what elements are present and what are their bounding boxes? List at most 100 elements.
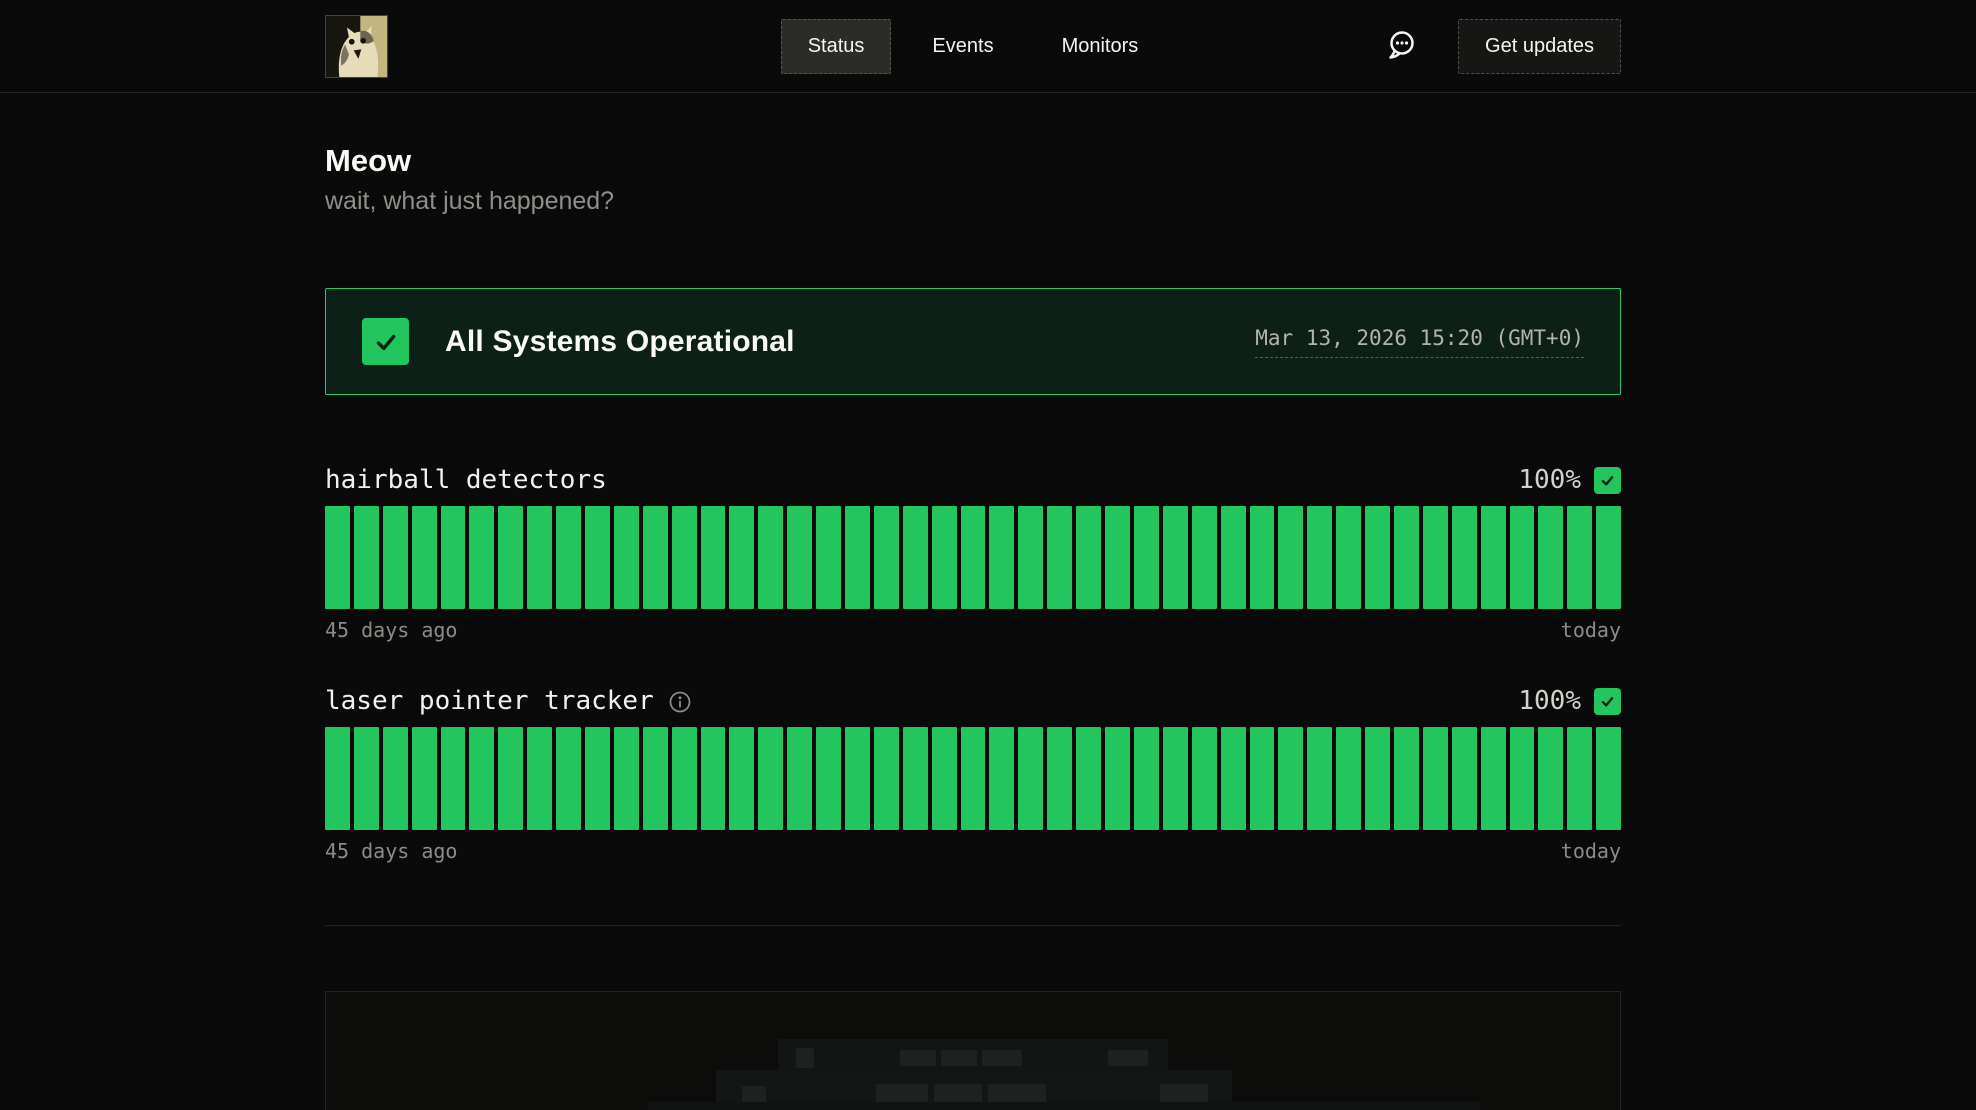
uptime-bar[interactable] — [1221, 506, 1246, 609]
uptime-bar[interactable] — [758, 506, 783, 609]
uptime-bar[interactable] — [701, 506, 726, 609]
uptime-bar[interactable] — [1047, 727, 1072, 830]
uptime-bar[interactable] — [845, 727, 870, 830]
uptime-bar[interactable] — [1365, 727, 1390, 830]
uptime-bar[interactable] — [1481, 506, 1506, 609]
uptime-bar[interactable] — [932, 506, 957, 609]
uptime-bar[interactable] — [614, 506, 639, 609]
uptime-bar[interactable] — [1510, 506, 1535, 609]
uptime-bar[interactable] — [441, 506, 466, 609]
uptime-bar[interactable] — [383, 727, 408, 830]
uptime-bar[interactable] — [441, 727, 466, 830]
uptime-bar[interactable] — [932, 727, 957, 830]
uptime-bar[interactable] — [1221, 727, 1246, 830]
uptime-bar[interactable] — [1567, 727, 1592, 830]
uptime-bar[interactable] — [614, 727, 639, 830]
uptime-bar[interactable] — [816, 506, 841, 609]
uptime-bar[interactable] — [729, 506, 754, 609]
uptime-bar[interactable] — [1250, 506, 1275, 609]
uptime-bar[interactable] — [758, 727, 783, 830]
uptime-bar[interactable] — [1567, 506, 1592, 609]
uptime-bar[interactable] — [1510, 727, 1535, 830]
uptime-bar[interactable] — [1452, 727, 1477, 830]
uptime-bar[interactable] — [354, 727, 379, 830]
uptime-bar[interactable] — [701, 727, 726, 830]
uptime-bar[interactable] — [1365, 506, 1390, 609]
tab-monitors[interactable]: Monitors — [1035, 19, 1166, 74]
uptime-bar[interactable] — [498, 506, 523, 609]
uptime-bar[interactable] — [1336, 727, 1361, 830]
banner-timestamp[interactable]: Mar 13, 2026 15:20 (GMT+0) — [1255, 326, 1584, 358]
uptime-bar[interactable] — [1250, 727, 1275, 830]
uptime-bar[interactable] — [556, 506, 581, 609]
uptime-bar[interactable] — [585, 506, 610, 609]
uptime-bar[interactable] — [1596, 727, 1621, 830]
uptime-bar[interactable] — [1076, 727, 1101, 830]
uptime-bar[interactable] — [527, 727, 552, 830]
uptime-bar[interactable] — [498, 727, 523, 830]
uptime-bar[interactable] — [585, 727, 610, 830]
uptime-bar[interactable] — [816, 727, 841, 830]
uptime-bar[interactable] — [1307, 727, 1332, 830]
uptime-bar[interactable] — [383, 506, 408, 609]
info-icon[interactable] — [668, 690, 692, 714]
tab-events[interactable]: Events — [905, 19, 1020, 74]
uptime-bar[interactable] — [903, 727, 928, 830]
monitor-name-text: laser pointer tracker — [325, 686, 654, 716]
uptime-bar[interactable] — [1423, 506, 1448, 609]
uptime-bar[interactable] — [527, 506, 552, 609]
uptime-bar[interactable] — [787, 506, 812, 609]
uptime-bar[interactable] — [354, 506, 379, 609]
tab-status[interactable]: Status — [781, 19, 892, 74]
uptime-bar[interactable] — [961, 727, 986, 830]
uptime-bar[interactable] — [325, 506, 350, 609]
uptime-bar[interactable] — [1336, 506, 1361, 609]
uptime-bar[interactable] — [1596, 506, 1621, 609]
uptime-bar[interactable] — [1134, 727, 1159, 830]
uptime-bar[interactable] — [412, 506, 437, 609]
uptime-bar[interactable] — [1018, 727, 1043, 830]
uptime-bar[interactable] — [1163, 727, 1188, 830]
chat-feedback-button[interactable] — [1384, 28, 1418, 64]
uptime-percentage: 100% — [1518, 686, 1581, 716]
uptime-bar[interactable] — [1307, 506, 1332, 609]
uptime-bar[interactable] — [643, 506, 668, 609]
uptime-bar[interactable] — [787, 727, 812, 830]
uptime-bar[interactable] — [989, 506, 1014, 609]
cat-logo[interactable] — [325, 15, 388, 78]
uptime-bar[interactable] — [325, 727, 350, 830]
uptime-bar[interactable] — [1278, 506, 1303, 609]
uptime-bar[interactable] — [412, 727, 437, 830]
uptime-bar[interactable] — [845, 506, 870, 609]
get-updates-button[interactable]: Get updates — [1458, 19, 1621, 74]
uptime-bar[interactable] — [1192, 506, 1217, 609]
uptime-bar[interactable] — [1163, 506, 1188, 609]
uptime-bar[interactable] — [672, 506, 697, 609]
uptime-bar[interactable] — [1018, 506, 1043, 609]
uptime-bar[interactable] — [874, 506, 899, 609]
uptime-bar[interactable] — [903, 506, 928, 609]
uptime-bar[interactable] — [1105, 506, 1130, 609]
uptime-bar[interactable] — [1538, 727, 1563, 830]
uptime-bar[interactable] — [961, 506, 986, 609]
uptime-bar[interactable] — [469, 727, 494, 830]
uptime-bar[interactable] — [1278, 727, 1303, 830]
uptime-bar[interactable] — [874, 727, 899, 830]
uptime-bar[interactable] — [1192, 727, 1217, 830]
uptime-bar[interactable] — [643, 727, 668, 830]
uptime-bar[interactable] — [1452, 506, 1477, 609]
uptime-bar[interactable] — [1423, 727, 1448, 830]
uptime-bar[interactable] — [1538, 506, 1563, 609]
uptime-bar[interactable] — [729, 727, 754, 830]
uptime-bar[interactable] — [1047, 506, 1072, 609]
uptime-bar[interactable] — [1105, 727, 1130, 830]
uptime-bar[interactable] — [989, 727, 1014, 830]
uptime-bar[interactable] — [1481, 727, 1506, 830]
uptime-bar[interactable] — [469, 506, 494, 609]
uptime-bar[interactable] — [1076, 506, 1101, 609]
uptime-bar[interactable] — [672, 727, 697, 830]
uptime-bar[interactable] — [1134, 506, 1159, 609]
uptime-bar[interactable] — [1394, 727, 1419, 830]
uptime-bar[interactable] — [1394, 506, 1419, 609]
uptime-bar[interactable] — [556, 727, 581, 830]
